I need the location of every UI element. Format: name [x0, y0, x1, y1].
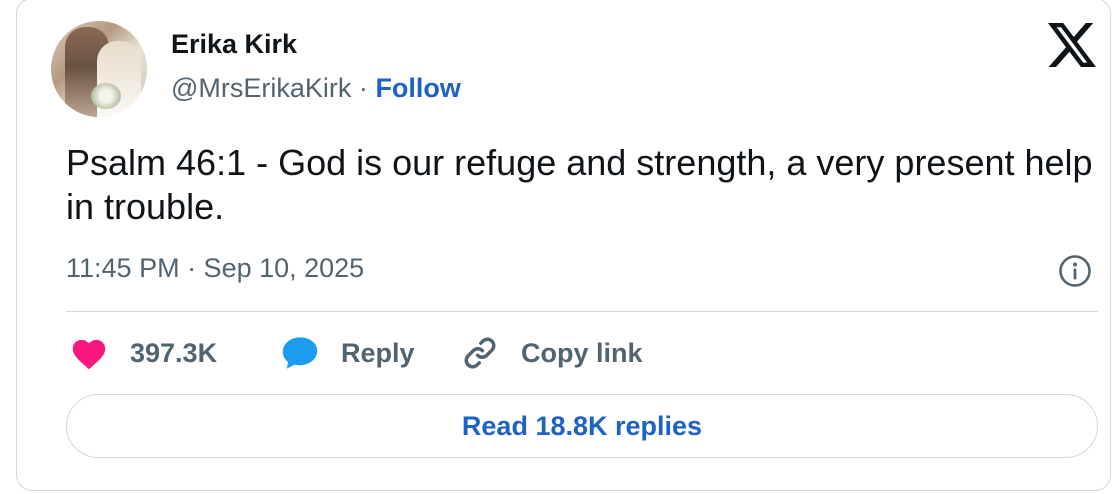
reply-label: Reply — [341, 337, 415, 368]
tweet-text: Psalm 46:1 - God is our refuge and stren… — [66, 142, 1093, 227]
avatar-bouquet — [91, 83, 121, 109]
copy-link-button[interactable]: Copy link — [461, 333, 643, 373]
speech-bubble-icon — [282, 337, 318, 369]
divider — [66, 311, 1098, 312]
link-icon — [464, 337, 496, 369]
follow-button[interactable]: Follow — [375, 73, 460, 103]
heart-icon — [72, 339, 106, 370]
info-icon[interactable] — [1058, 254, 1092, 288]
avatar[interactable] — [51, 21, 147, 117]
author-name[interactable]: Erika Kirk — [171, 29, 297, 60]
x-logo-icon[interactable] — [1048, 23, 1096, 67]
reply-button[interactable]: Reply — [281, 333, 415, 373]
like-button[interactable]: 397.3K — [70, 333, 217, 373]
tweet-timestamp[interactable]: 11:45 PM · Sep 10, 2025 — [66, 253, 364, 284]
read-replies-button[interactable]: Read 18.8K replies — [66, 394, 1098, 458]
tweet-card: Erika Kirk @MrsErikaKirk · Follow Psalm … — [16, 0, 1111, 491]
copy-link-label: Copy link — [521, 337, 643, 368]
handle-separator: · — [358, 73, 368, 103]
author-handle-row: @MrsErikaKirk · Follow — [171, 73, 461, 104]
author-handle[interactable]: @MrsErikaKirk — [171, 73, 351, 103]
like-count: 397.3K — [130, 337, 218, 368]
